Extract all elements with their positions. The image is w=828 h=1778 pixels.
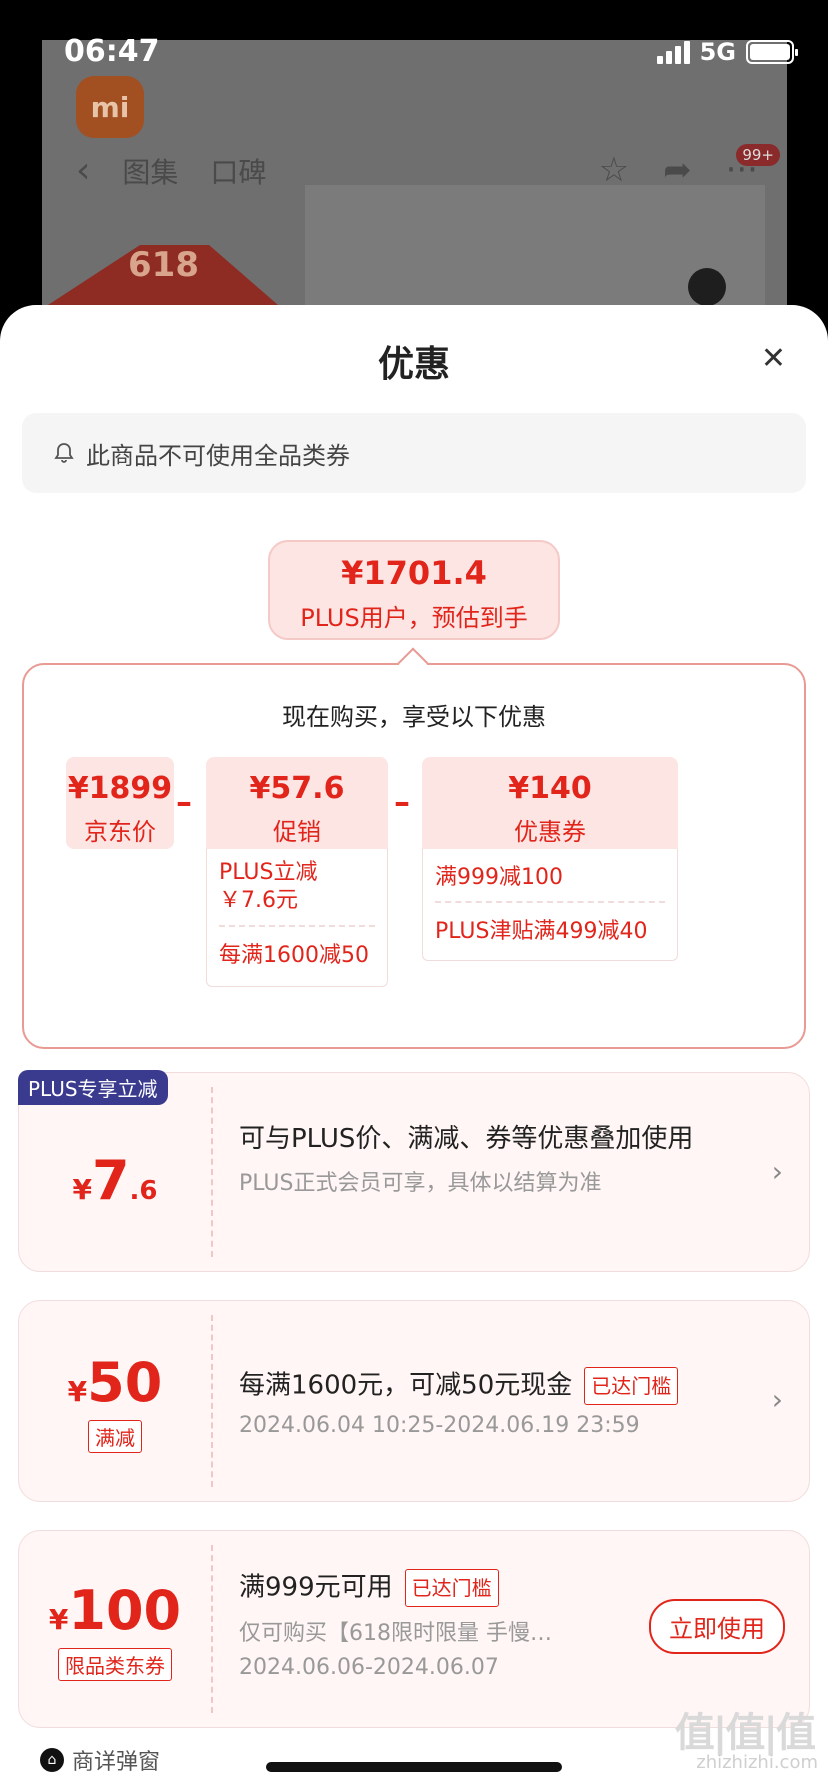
offer-type-tag: 满减 [88, 1420, 142, 1453]
threshold-reached-tag: 已达门槛 [404, 1569, 499, 1607]
divider [211, 1315, 213, 1487]
amount-integer: 7 [91, 1149, 130, 1212]
plus-exclusive-badge: PLUS专享立减 [18, 1070, 168, 1105]
divider [211, 1087, 213, 1257]
bell-icon [54, 443, 74, 463]
coupon-detail-2: PLUS津贴满499减40 [435, 919, 648, 944]
coupon-label: 优惠券 [514, 818, 586, 846]
currency-symbol: ¥ [67, 1375, 88, 1408]
tab-gallery[interactable]: 图集 [122, 151, 178, 191]
offer-type-tag: 限品类东券 [58, 1648, 172, 1681]
estimated-label: PLUS用户，预估到手 [300, 604, 528, 632]
offer-description: 仅可购买【618限时限量 手慢… [239, 1621, 552, 1646]
price-calculation: 现在购买，享受以下优惠 ¥1899 京东价 – ¥57.6 促销 PLUS立减 … [22, 663, 806, 1049]
footer-label: ⌂ 商详弹窗 [40, 1744, 160, 1776]
minus-sign: – [176, 783, 192, 821]
promo-details: PLUS立减 ￥7.6元 每满1600减50 [206, 849, 388, 987]
status-bar: 06:47 5G [0, 0, 828, 100]
notice-bar: 此商品不可使用全品类券 [22, 413, 806, 493]
promo-box: ¥57.6 促销 [206, 757, 388, 849]
divider [211, 1545, 213, 1713]
jd-price-value: ¥1899 [67, 771, 173, 806]
close-icon[interactable]: ✕ [761, 341, 786, 376]
watermark-url: zhizhizhi.com [696, 1752, 818, 1773]
promo-detail-2: 每满1600减50 [219, 943, 369, 968]
message-badge: 99+ [736, 144, 780, 166]
star-icon[interactable]: ☆ [599, 150, 629, 190]
battery-icon [746, 40, 798, 64]
tab-reviews[interactable]: 口碑 [210, 151, 266, 191]
offer-subtitle: PLUS正式会员可享，具体以结算为准 [239, 1171, 602, 1196]
jd-price-label: 京东价 [84, 818, 156, 846]
back-icon[interactable]: ‹ [76, 150, 90, 191]
notice-text: 此商品不可使用全品类券 [86, 441, 350, 470]
amount-integer: 50 [87, 1351, 163, 1414]
offer-card-coupon: ¥100 限品类东券 满999元可用 已达门槛 仅可购买【618限时限量 手慢… … [18, 1530, 810, 1728]
offer-title: 可与PLUS价、满减、券等优惠叠加使用 [239, 1124, 694, 1154]
network-label: 5G [699, 38, 736, 66]
footer-text: 商详弹窗 [72, 1750, 161, 1775]
threshold-reached-tag: 已达门槛 [584, 1367, 679, 1405]
jd-price-box: ¥1899 京东价 [66, 757, 174, 849]
promo-value: ¥57.6 [249, 771, 345, 806]
product-top-nav: ‹ 图集 口碑 [76, 150, 266, 191]
estimated-price-box: ¥1701.4 PLUS用户，预估到手 [268, 540, 560, 640]
coupon-value: ¥140 [508, 771, 592, 806]
offer-validity: 2024.06.06-2024.06.07 [239, 1655, 499, 1680]
amount-integer: 100 [68, 1579, 182, 1642]
chevron-right-icon[interactable]: › [772, 1155, 783, 1188]
currency-symbol: ¥ [72, 1173, 92, 1206]
chevron-right-icon[interactable]: › [772, 1383, 783, 1416]
promo-detail-1: PLUS立减 ￥7.6元 [219, 860, 318, 913]
promo-label: 促销 [273, 818, 321, 846]
offer-title: 每满1600元，可减50元现金 [239, 1370, 573, 1401]
coupon-details: 满999减100 PLUS津贴满499减40 [422, 849, 678, 961]
share-icon[interactable]: ➦ [663, 150, 692, 190]
coupon-box: ¥140 优惠券 [422, 757, 678, 849]
offer-amount: ¥50 满减 [19, 1301, 211, 1501]
signal-icon [656, 40, 690, 64]
sheet-title: 优惠 [377, 344, 450, 385]
app-icon: ⌂ [40, 1748, 64, 1772]
calc-title: 现在购买，享受以下优惠 [282, 703, 546, 731]
offer-amount: ¥100 限品类东券 [19, 1531, 211, 1727]
estimated-price: ¥1701.4 [341, 554, 487, 592]
camera-icon [688, 268, 726, 306]
status-time: 06:47 [64, 34, 160, 69]
use-now-button[interactable]: 立即使用 [649, 1599, 785, 1654]
amount-decimal: .6 [129, 1176, 158, 1206]
home-indicator[interactable] [266, 1762, 562, 1772]
currency-symbol: ¥ [48, 1603, 69, 1636]
coupon-detail-1: 满999减100 [435, 865, 563, 890]
offer-title: 满999元可用 [239, 1572, 393, 1603]
watermark-logo: 值|值|值 [674, 1710, 816, 1756]
top-actions: ☆ ➦ ··· [599, 150, 758, 190]
offer-card-discount[interactable]: ¥50 满减 每满1600元，可减50元现金 已达门槛 2024.06.04 10… [18, 1300, 810, 1502]
minus-sign: – [394, 783, 410, 821]
offer-validity: 2024.06.04 10:25-2024.06.19 23:59 [239, 1413, 640, 1438]
